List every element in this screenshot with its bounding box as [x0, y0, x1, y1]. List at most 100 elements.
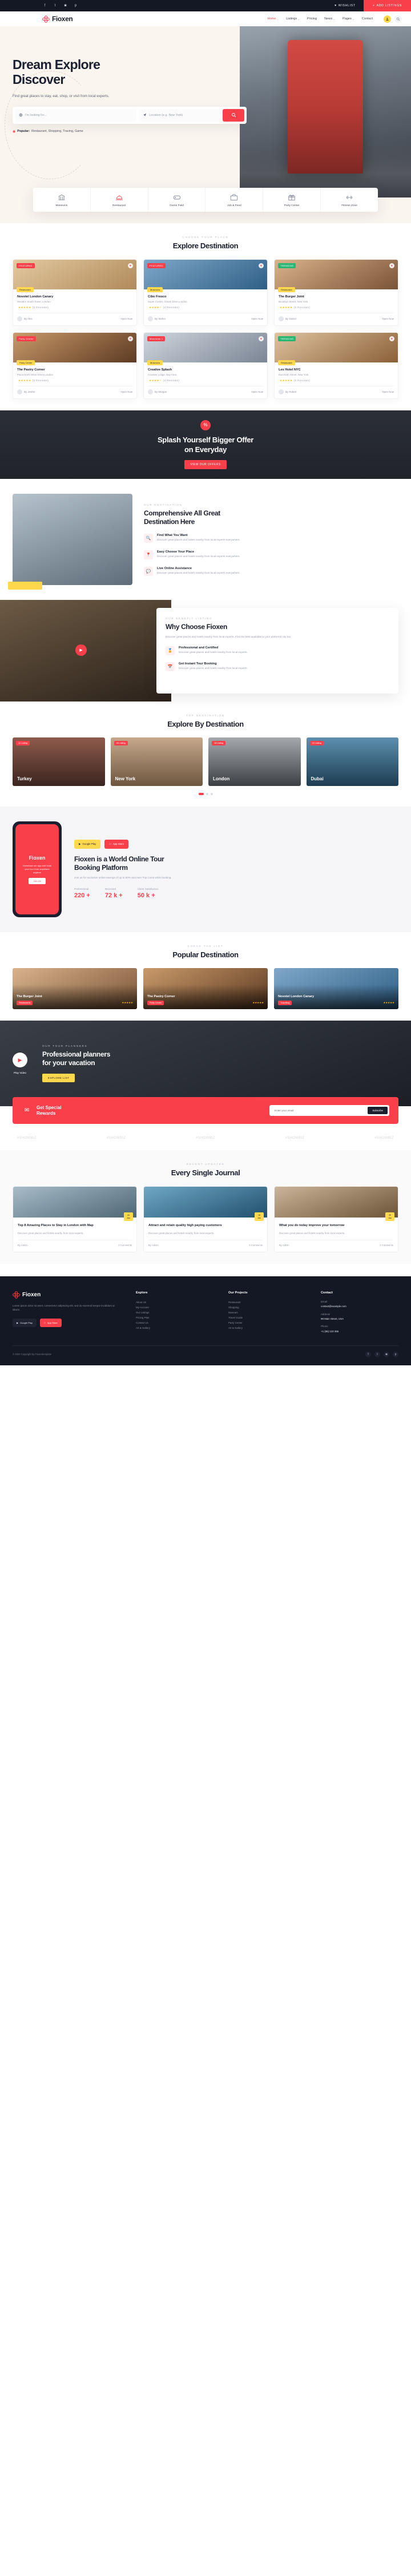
- store-label: App Store: [111, 842, 124, 846]
- journal-title[interactable]: What you do today improve your tomorrow: [279, 1224, 393, 1228]
- listing-card[interactable]: TRENDING ♥ Restaurant Les Hotel NYC East…: [274, 332, 398, 399]
- footer-link[interactable]: Our Listings: [136, 1310, 213, 1315]
- play-icon[interactable]: ▶: [75, 644, 87, 656]
- listing-card[interactable]: Party Center ♥ Party Center The Pastry C…: [13, 332, 137, 399]
- destination-card[interactable]: 12 Listing Turkey: [13, 737, 105, 786]
- footer-link[interactable]: Shopping: [228, 1305, 306, 1310]
- listing-title[interactable]: The Pastry Corner: [17, 368, 132, 372]
- footer-link[interactable]: Contact Us: [136, 1320, 213, 1325]
- journal-title[interactable]: Top 8 Amazing Places to Stay in London w…: [18, 1224, 132, 1228]
- footer-link[interactable]: Travel Guide: [228, 1315, 306, 1320]
- destination-card[interactable]: 28 Listing New York: [110, 737, 203, 786]
- footer-address-label: Address: [321, 1312, 331, 1316]
- carousel-dot-3[interactable]: [210, 793, 213, 795]
- carousel-dot-2[interactable]: [206, 793, 208, 795]
- listing-card[interactable]: FEATURED ♥ Restaurant Novotel London Can…: [13, 259, 137, 326]
- view-offers-button[interactable]: VIEW OUR OFFERS: [184, 460, 227, 470]
- journal-card[interactable]: 09 Jan What you do today improve your to…: [274, 1186, 398, 1252]
- phone-join-button[interactable]: Join Us: [29, 877, 46, 884]
- favorite-icon[interactable]: ♥: [259, 336, 264, 341]
- journal-card[interactable]: 18 Jan Attract and retain quality high p…: [143, 1186, 268, 1252]
- footer-link[interactable]: Restaurant: [228, 1300, 306, 1305]
- search-location-field[interactable]: Location (e.g. New York): [139, 108, 220, 122]
- popular-card[interactable]: The Burger Joint Restaurants ★★★★★: [13, 968, 137, 1009]
- video-play-block[interactable]: ▶ Play Video: [13, 1053, 27, 1074]
- fitness-icon: [321, 193, 378, 202]
- popular-stars: ★★★★★: [252, 1001, 264, 1004]
- popular-items[interactable]: Restaurant, Shopping, Traving, Game: [31, 130, 83, 133]
- nav-item-listings[interactable]: Listings ⌄: [286, 17, 300, 21]
- journal-author: By Admin: [279, 1243, 289, 1247]
- search-icon[interactable]: [394, 15, 402, 23]
- instagram-icon[interactable]: ◙: [384, 1351, 389, 1357]
- carousel-dot-1[interactable]: [198, 793, 204, 795]
- favorite-icon[interactable]: ♥: [259, 263, 264, 268]
- listing-card[interactable]: TRENDING ♥ Restaurant The Burger Joint B…: [274, 259, 398, 326]
- popular-card[interactable]: Novotel London Canary Travelling ★★★★★: [274, 968, 398, 1009]
- footer-brand[interactable]: Fioxen: [13, 1291, 121, 1299]
- subscribe-button[interactable]: Subscribe: [368, 1107, 388, 1115]
- google-play-button[interactable]: ▶ Google Play: [74, 839, 101, 849]
- category-fitness-zone[interactable]: Fitness Zone: [321, 188, 378, 212]
- favorite-icon[interactable]: ♥: [128, 263, 133, 268]
- footer-link[interactable]: My Account: [136, 1305, 213, 1310]
- category-party-center[interactable]: Party Center: [263, 188, 321, 212]
- add-listings-button[interactable]: + ADD LISTINGS: [363, 0, 411, 11]
- popular-card[interactable]: The Pastry Corner Party Center ★★★★★: [143, 968, 268, 1009]
- category-restaurant[interactable]: Restaurant: [91, 188, 148, 212]
- play-icon[interactable]: ▶: [13, 1053, 27, 1067]
- newsletter-email-input[interactable]: [271, 1107, 368, 1115]
- listing-author: By Robert: [285, 390, 297, 393]
- listing-title[interactable]: Novotel London Canary: [17, 295, 132, 299]
- footer-email-value[interactable]: contact@example.com: [321, 1304, 398, 1309]
- search-keyword-field[interactable]: I'm looking for...: [15, 108, 137, 122]
- pinterest-icon[interactable]: p: [73, 3, 78, 9]
- favorite-icon[interactable]: ♥: [389, 263, 394, 268]
- journal-title[interactable]: Attract and retain quality high paying c…: [148, 1224, 263, 1228]
- footer-link[interactable]: Party Center: [228, 1320, 306, 1325]
- footer-link[interactable]: Pricing Plan: [136, 1315, 213, 1320]
- explore-list-button[interactable]: EXPLORE LIST: [42, 1074, 75, 1083]
- favorite-icon[interactable]: ♥: [389, 336, 394, 341]
- destination-card[interactable]: 24 Listing Dubai: [306, 737, 398, 786]
- nav-item-news[interactable]: News ⌄: [324, 17, 335, 21]
- listing-title[interactable]: The Burger Joint: [279, 295, 394, 299]
- favorite-icon[interactable]: ♥: [128, 336, 133, 341]
- category-job-feed[interactable]: Job & Feed: [206, 188, 264, 212]
- footer-column-explore: Explore About Us My Account Our Listings…: [136, 1291, 213, 1334]
- listing-title[interactable]: Les Hotel NYC: [279, 368, 394, 372]
- footer-google-play-button[interactable]: ▶ Google Play: [13, 1318, 37, 1327]
- category-museums[interactable]: Museums: [33, 188, 91, 212]
- rating-stars: ★★★★★: [18, 379, 31, 382]
- listing-card[interactable]: Museums 1 ♥ Museums Creative Splash Crea…: [143, 332, 268, 399]
- category-game-field[interactable]: Game Field: [148, 188, 206, 212]
- twitter-icon[interactable]: t: [374, 1351, 380, 1357]
- nav-item-pricing[interactable]: Pricing: [307, 17, 317, 21]
- brand-logo[interactable]: Fioxen: [42, 15, 73, 23]
- app-store-button[interactable]:  App Store: [104, 839, 129, 849]
- destination-card[interactable]: 19 Listing London: [208, 737, 301, 786]
- wishlist-link[interactable]: ♥ WISHLIST: [335, 4, 364, 7]
- search-submit-button[interactable]: [223, 108, 244, 122]
- instagram-icon[interactable]: ◙: [63, 3, 68, 9]
- footer-link[interactable]: Art & Gallery: [228, 1325, 306, 1331]
- listing-title[interactable]: Creative Splash: [148, 368, 263, 372]
- footer-phone-value[interactable]: +1 (55) 123 356: [321, 1329, 398, 1334]
- listing-address: Creative Lodge, Bay Area: [148, 373, 177, 376]
- nav-item-pages[interactable]: Pages ⌄: [342, 17, 354, 21]
- popular-grid: The Burger Joint Restaurants ★★★★★ The P…: [13, 968, 398, 1009]
- user-icon[interactable]: [384, 15, 391, 23]
- journal-card[interactable]: 24 Jan Top 8 Amazing Places to Stay in L…: [13, 1186, 137, 1252]
- facebook-icon[interactable]: f: [42, 3, 47, 9]
- footer-link[interactable]: Museum: [228, 1310, 306, 1315]
- facebook-icon[interactable]: f: [365, 1351, 371, 1357]
- nav-item-home[interactable]: Home ⌄: [267, 17, 279, 21]
- nav-item-contact[interactable]: Contact: [362, 17, 373, 21]
- footer-link[interactable]: Art & Gallery: [136, 1325, 213, 1331]
- pinterest-icon[interactable]: p: [393, 1351, 398, 1357]
- footer-app-store-button[interactable]:  App Store: [39, 1318, 62, 1327]
- twitter-icon[interactable]: t: [53, 3, 58, 9]
- listing-title[interactable]: Cibo Fresco: [148, 295, 263, 299]
- footer-link[interactable]: About Us: [136, 1300, 213, 1305]
- listing-card[interactable]: FEATURED ♥ Museums Cibo Fresco Super Cen…: [143, 259, 268, 326]
